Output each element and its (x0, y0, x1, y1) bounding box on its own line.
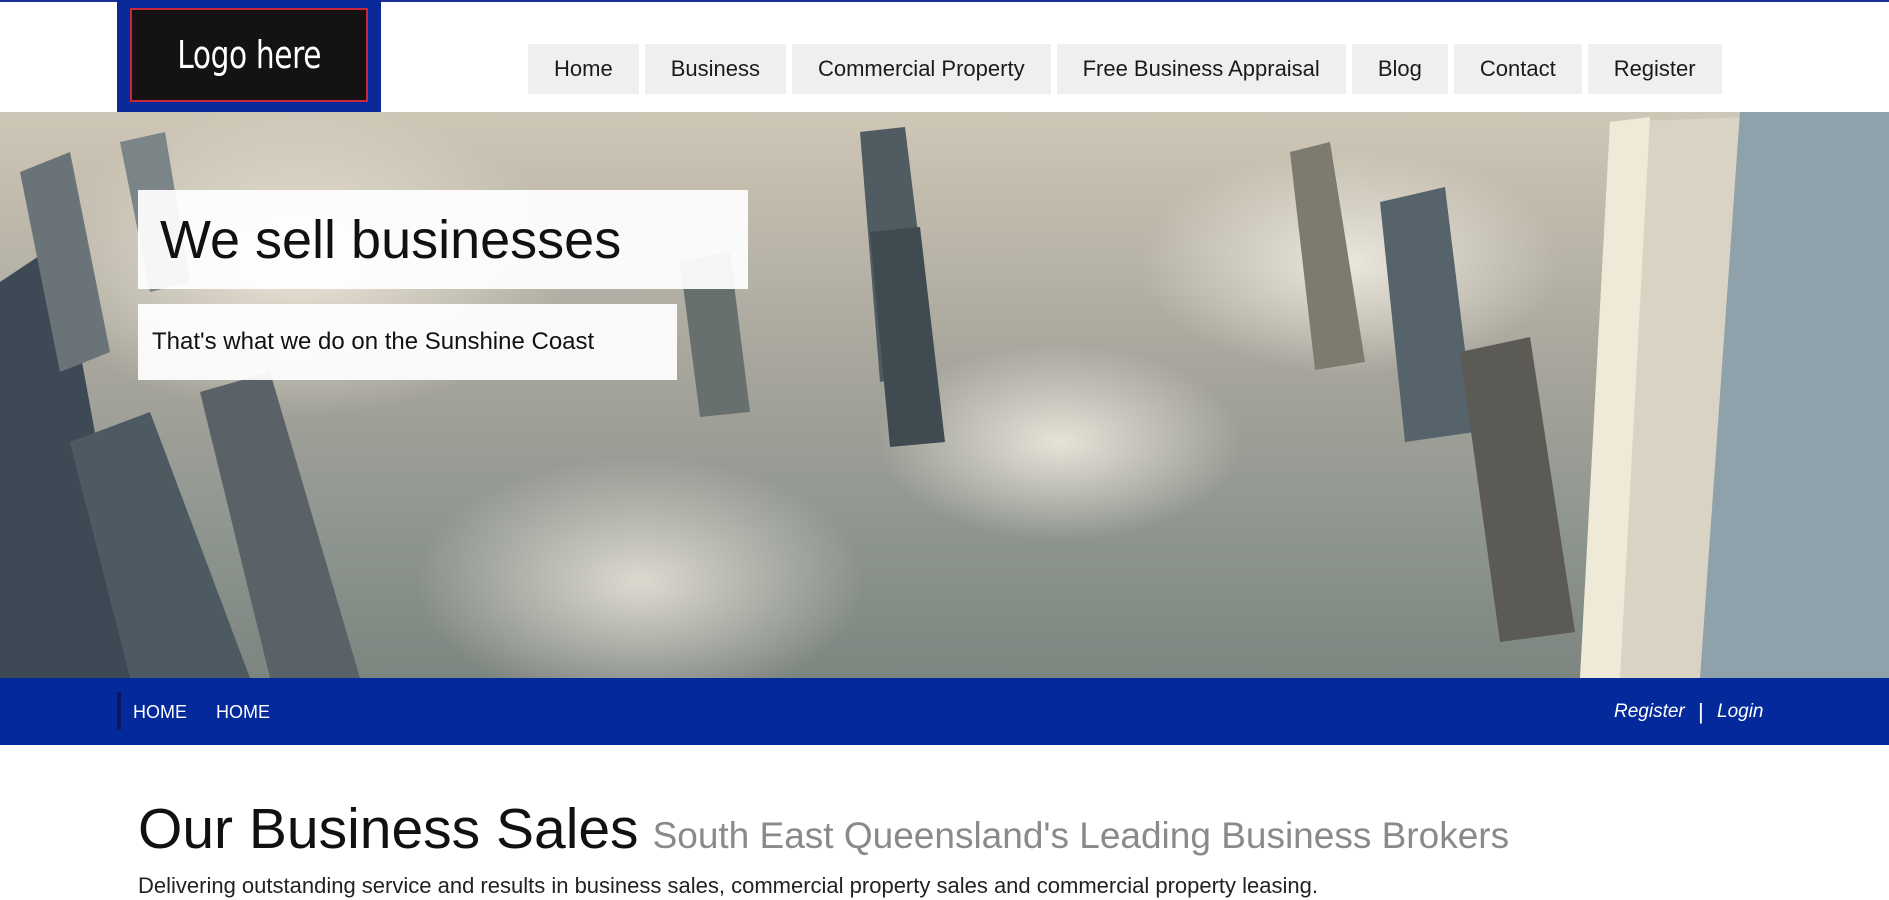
hero-subtitle-box: That's what we do on the Sunshine Coast (138, 304, 677, 380)
intro-tagline: South East Queensland's Leading Business… (652, 815, 1510, 856)
breadcrumb-marker (117, 692, 121, 730)
breadcrumb-item-home-current[interactable]: HOME (216, 702, 270, 723)
main-nav: Home Business Commercial Property Free B… (528, 44, 1728, 94)
hero-banner: We sell businesses That's what we do on … (0, 112, 1889, 678)
nav-item-register[interactable]: Register (1587, 44, 1722, 94)
nav-item-business[interactable]: Business (644, 44, 786, 94)
nav-item-blog[interactable]: Blog (1351, 44, 1448, 94)
logo: Logo here (130, 8, 368, 102)
intro-description: Delivering outstanding service and resul… (138, 873, 1318, 898)
auth-separator: | (1698, 699, 1704, 724)
intro-heading: Our Business Sales South East Queensland… (138, 796, 1509, 862)
breadcrumb-item-home[interactable]: HOME (133, 702, 187, 723)
nav-item-free-business-appraisal[interactable]: Free Business Appraisal (1056, 44, 1346, 94)
hero-title: We sell businesses (160, 209, 622, 270)
hero-title-box: We sell businesses (138, 190, 748, 289)
intro-title: Our Business Sales (138, 797, 639, 861)
logo-link[interactable]: Logo here (117, 0, 381, 112)
hero-subtitle: That's what we do on the Sunshine Coast (152, 328, 595, 355)
register-link[interactable]: Register (1614, 701, 1685, 723)
nav-item-contact[interactable]: Contact (1453, 44, 1582, 94)
logo-text: Logo here (177, 33, 321, 77)
login-link[interactable]: Login (1717, 701, 1764, 723)
breadcrumb-bar: HOME HOME Register | Login (0, 678, 1889, 745)
nav-item-commercial-property[interactable]: Commercial Property (791, 44, 1051, 94)
nav-item-home[interactable]: Home (528, 44, 639, 94)
